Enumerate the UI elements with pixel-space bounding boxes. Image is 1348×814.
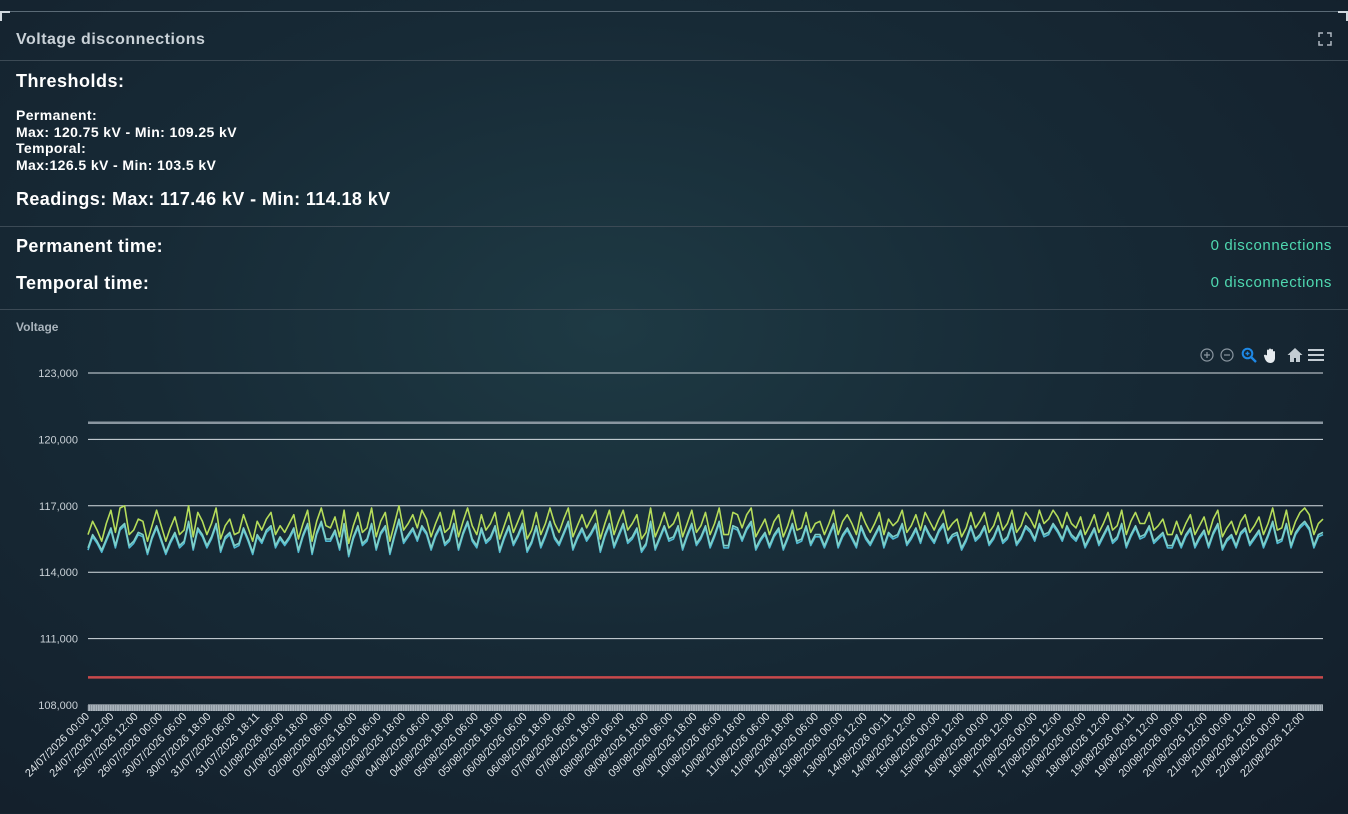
y-tick-label: 120,000 [38, 434, 78, 446]
permanent-threshold-range: Max: 120.75 kV - Min: 109.25 kV [16, 124, 237, 140]
y-tick-label: 114,000 [39, 567, 78, 579]
threshold-lines [88, 421, 1323, 679]
panel-title: Voltage disconnections [16, 31, 206, 48]
voltage-chart[interactable]: 123,000 120,000 117,000 114,000 111,000 108,0… [0, 340, 1348, 813]
fullscreen-icon[interactable] [1318, 32, 1332, 46]
temporal-threshold-range: Max:126.5 kV - Min: 103.5 kV [16, 157, 217, 173]
thresholds-section: Thresholds: Permanent: Max: 120.75 kV - … [0, 61, 1348, 227]
readings-summary: Readings: Max: 117.46 kV - Min: 114.18 k… [16, 189, 391, 209]
thresholds-heading: Thresholds: [16, 71, 125, 91]
x-axis-band [88, 705, 1323, 711]
permanent-time-label: Permanent time: [16, 236, 164, 256]
temporal-time-value: 0 disconnections [1210, 274, 1332, 291]
chart-title: Voltage [16, 320, 59, 334]
y-tick-label: 123,000 [38, 368, 78, 380]
permanent-time-value: 0 disconnections [1210, 237, 1332, 254]
y-tick-label: 117,000 [39, 501, 78, 513]
x-axis: 24/07/2026 00:0024/07/2026 12:0025/07/20… [23, 705, 1323, 780]
permanent-threshold-label: Permanent: [16, 107, 98, 123]
temporal-threshold-label: Temporal: [16, 140, 87, 156]
y-tick-label: 108,000 [38, 700, 78, 712]
series-group [87, 505, 1324, 558]
panel-header: Voltage disconnections [0, 12, 1348, 61]
y-tick-label: 111,000 [40, 634, 78, 646]
disconnections-section: Permanent time: 0 disconnections Tempora… [0, 227, 1348, 310]
y-axis: 123,000 120,000 117,000 114,000 111,000 108,0… [38, 368, 78, 712]
temporal-time-label: Temporal time: [16, 273, 150, 293]
